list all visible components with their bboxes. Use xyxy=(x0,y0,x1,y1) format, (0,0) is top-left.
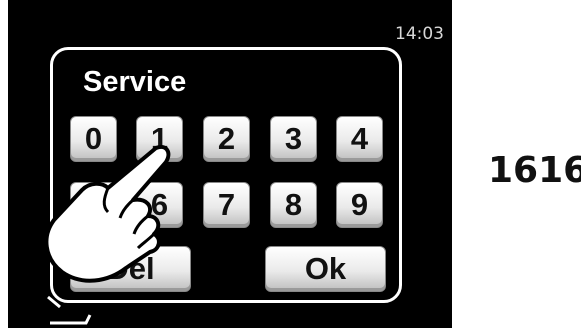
ok-button[interactable]: Ok xyxy=(265,246,386,292)
status-clock: 14:03 xyxy=(395,24,444,44)
key-3[interactable]: 3 xyxy=(270,116,317,162)
dialog-title: Service xyxy=(83,66,187,98)
device-screen: 14:03 Service 0 1 2 3 4 5 6 7 8 9 Del Ok xyxy=(8,0,452,328)
corner-frame-mark xyxy=(47,295,92,325)
pointing-hand-icon xyxy=(44,145,171,283)
key-2[interactable]: 2 xyxy=(203,116,250,162)
key-9[interactable]: 9 xyxy=(336,182,383,228)
key-7[interactable]: 7 xyxy=(203,182,250,228)
key-4[interactable]: 4 xyxy=(336,116,383,162)
key-8[interactable]: 8 xyxy=(270,182,317,228)
side-code-label: 1616 xyxy=(488,150,581,191)
